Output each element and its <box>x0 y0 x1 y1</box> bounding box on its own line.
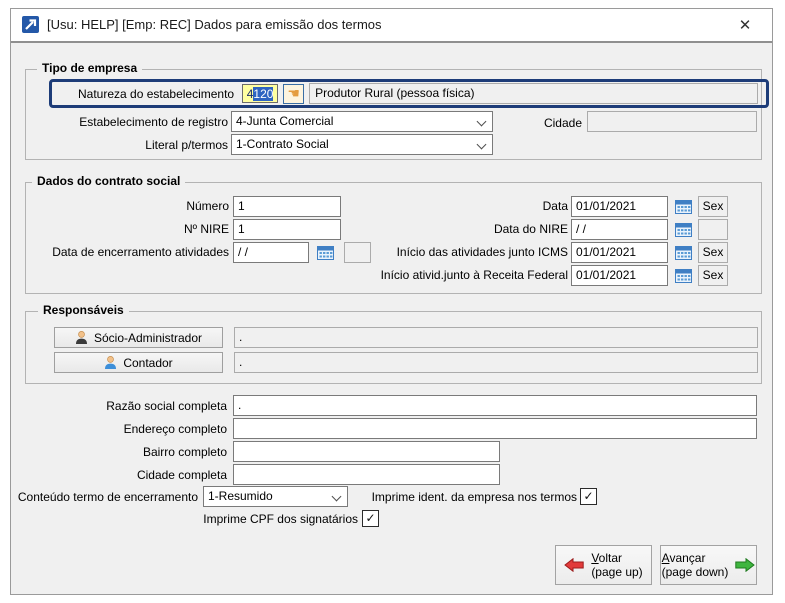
data-input[interactable]: 01/01/2021 <box>571 196 668 217</box>
responsaveis-legend: Responsáveis <box>38 303 129 317</box>
literal-termos-value: 1-Contrato Social <box>236 137 329 151</box>
natureza-code-selected-text: 120 <box>253 86 274 101</box>
literal-termos-label: Literal p/termos <box>145 138 228 152</box>
cidade-field <box>587 111 757 132</box>
inicio-icms-calendar-button[interactable] <box>674 243 693 262</box>
contrato-social-group: Dados do contrato social Número 1 Nº NIR… <box>25 174 762 294</box>
tipo-de-empresa-legend: Tipo de empresa <box>37 61 143 75</box>
inicio-icms-label: Início das atividades junto ICMS <box>396 245 568 259</box>
responsaveis-group: Responsáveis Sócio-Administrador . Conta… <box>25 303 762 384</box>
razao-social-label: Razão social completa <box>106 399 227 413</box>
close-icon: ✕ <box>738 17 752 34</box>
voltar-text: Voltar (page up) <box>591 551 642 579</box>
bairro-input[interactable] <box>233 441 500 462</box>
nire-label: Nº NIRE <box>183 222 229 236</box>
natureza-highlight-row: Natureza do estabelecimento 4 120 ☚ Produ… <box>49 79 769 108</box>
calendar-icon <box>675 269 692 283</box>
literal-termos-select[interactable]: 1-Contrato Social <box>231 134 493 155</box>
inicio-receita-weekday-box: Sex <box>698 265 728 286</box>
avancar-text: Avançar (page down) <box>662 551 729 579</box>
data-nire-label: Data do NIRE <box>493 222 568 236</box>
imprime-cpf-label: Imprime CPF dos signatários <box>203 512 358 526</box>
green-right-arrow-icon <box>735 558 756 572</box>
calendar-icon <box>675 246 692 260</box>
avancar-label: Avançar <box>661 551 706 565</box>
socio-administrador-field: . <box>234 327 758 348</box>
screen: [Usu: HELP] [Emp: REC] Dados para emissã… <box>0 0 785 603</box>
natureza-description-field: Produtor Rural (pessoa física) <box>309 83 758 104</box>
socio-administrador-button[interactable]: Sócio-Administrador <box>54 327 223 348</box>
pointing-hand-icon: ☚ <box>287 85 300 102</box>
natureza-code-prefix: 4 <box>246 86 254 101</box>
estabelecimento-registro-value: 4-Junta Comercial <box>236 114 334 128</box>
razao-social-input[interactable]: . <box>233 395 757 416</box>
imprime-ident-checkbox[interactable]: ✓ <box>580 488 597 505</box>
contador-field: . <box>234 352 758 373</box>
cidade-completa-input[interactable] <box>233 464 500 485</box>
cidade-label: Cidade <box>543 116 582 130</box>
imprime-cpf-checkbox[interactable]: ✓ <box>362 510 379 527</box>
person-blue-icon <box>105 355 117 369</box>
data-nire-input[interactable]: / / <box>571 219 668 240</box>
inicio-receita-label: Início ativid.junto à Receita Federal <box>380 268 568 282</box>
inicio-icms-weekday-box: Sex <box>698 242 728 263</box>
endereco-label: Endereço completo <box>123 422 227 436</box>
calendar-icon <box>675 200 692 214</box>
voltar-sublabel: (page up) <box>591 565 643 579</box>
chevron-down-icon <box>476 139 487 150</box>
data-weekday-box: Sex <box>698 196 728 217</box>
check-icon: ✓ <box>365 511 376 525</box>
inicio-icms-input[interactable]: 01/01/2021 <box>571 242 668 263</box>
contrato-social-legend: Dados do contrato social <box>32 174 186 188</box>
title-bar[interactable]: [Usu: HELP] [Emp: REC] Dados para emissã… <box>11 9 772 43</box>
data-nire-calendar-button[interactable] <box>674 220 693 239</box>
conteudo-termo-label: Conteúdo termo de encerramento <box>17 490 198 504</box>
estabelecimento-registro-label: Estabelecimento de registro <box>79 115 228 129</box>
contador-button[interactable]: Contador <box>54 352 223 373</box>
socio-administrador-label: Sócio-Administrador <box>93 330 203 345</box>
window-title: [Usu: HELP] [Emp: REC] Dados para emissã… <box>47 17 382 32</box>
dialog-window: [Usu: HELP] [Emp: REC] Dados para emissã… <box>10 8 773 595</box>
data-nire-weekday-box <box>698 219 728 240</box>
voltar-button[interactable]: Voltar (page up) <box>555 545 652 585</box>
natureza-label: Natureza do estabelecimento <box>78 86 235 101</box>
close-button[interactable]: ✕ <box>726 11 764 39</box>
natureza-code-input[interactable]: 4 120 <box>242 84 279 103</box>
voltar-label: Voltar <box>591 551 622 565</box>
data-encerramento-label: Data de encerramento atividades <box>52 245 229 259</box>
endereco-input[interactable] <box>233 418 757 439</box>
conteudo-termo-value: 1-Resumido <box>208 489 273 503</box>
cidade-completa-label: Cidade completa <box>136 468 227 482</box>
natureza-lookup-button[interactable]: ☚ <box>283 83 305 104</box>
numero-label: Número <box>186 199 229 213</box>
bairro-label: Bairro completo <box>142 445 227 459</box>
calendar-icon <box>675 223 692 237</box>
inicio-receita-calendar-button[interactable] <box>674 266 693 285</box>
avancar-sublabel: (page down) <box>661 565 729 579</box>
tipo-de-empresa-group: Tipo de empresa Natureza do estabelecime… <box>25 61 769 160</box>
data-label: Data <box>542 199 568 213</box>
imprime-ident-label: Imprime ident. da empresa nos termos <box>371 490 577 504</box>
avancar-button[interactable]: Avançar (page down) <box>660 545 757 585</box>
check-icon: ✓ <box>583 489 594 503</box>
inicio-receita-input[interactable]: 01/01/2021 <box>571 265 668 286</box>
app-icon <box>22 16 39 33</box>
person-dark-icon <box>75 330 87 344</box>
red-left-arrow-icon <box>564 558 585 572</box>
data-calendar-button[interactable] <box>674 197 693 216</box>
contador-label: Contador <box>123 355 173 370</box>
